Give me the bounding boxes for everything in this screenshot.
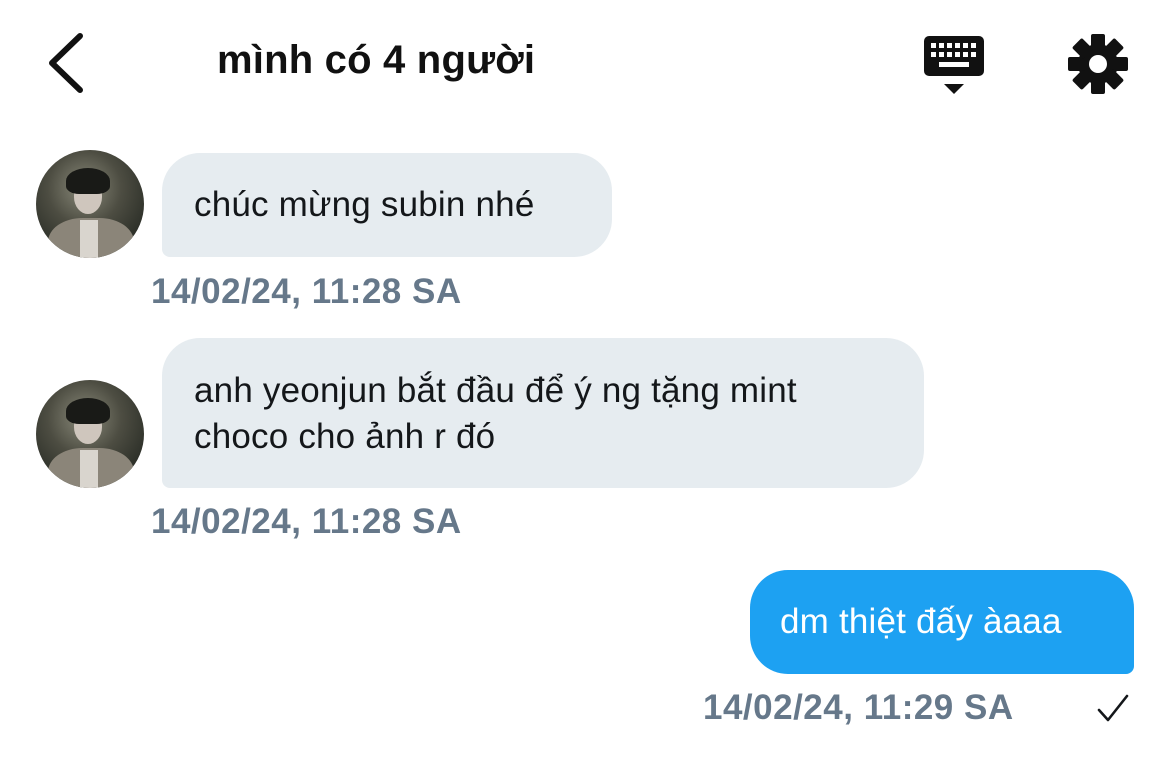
message-timestamp: 14/02/24, 11:28 SA [151, 502, 462, 541]
outgoing-message-bubble[interactable]: dm thiệt đấy àaaa [750, 570, 1134, 674]
avatar-figure-shirt [80, 450, 98, 488]
settings-button[interactable] [1066, 32, 1130, 96]
incoming-message-bubble[interactable]: chúc mừng subin nhé [162, 153, 612, 257]
message-timestamp: 14/02/24, 11:28 SA [151, 272, 462, 311]
back-button[interactable] [40, 30, 100, 96]
chevron-left-icon [49, 33, 83, 93]
sender-avatar[interactable] [36, 150, 144, 258]
message-text-line: chúc mừng subin nhé [194, 185, 535, 224]
keyboard-toggle-button[interactable] [920, 34, 988, 98]
conversation-title[interactable]: mình có 4 người [217, 38, 535, 83]
message-timestamp: 14/02/24, 11:29 SA [703, 688, 1014, 727]
message-text-line: choco cho ảnh r đó [194, 417, 496, 456]
avatar-figure-hair [66, 398, 110, 424]
conversation-header: mình có 4 người [0, 0, 1170, 125]
keyboard-icon [924, 36, 984, 94]
sender-avatar[interactable] [36, 380, 144, 488]
avatar-figure-shirt [80, 220, 98, 258]
message-text-line: dm thiệt đấy àaaa [780, 602, 1062, 641]
avatar-figure-hair [66, 168, 110, 194]
incoming-message-bubble[interactable]: anh yeonjun bắt đầu để ý ng tặng mint ch… [162, 338, 924, 488]
message-text-line: anh yeonjun bắt đầu để ý ng tặng mint [194, 371, 797, 410]
checkmark-icon [1097, 694, 1129, 722]
gear-icon [1068, 34, 1128, 94]
